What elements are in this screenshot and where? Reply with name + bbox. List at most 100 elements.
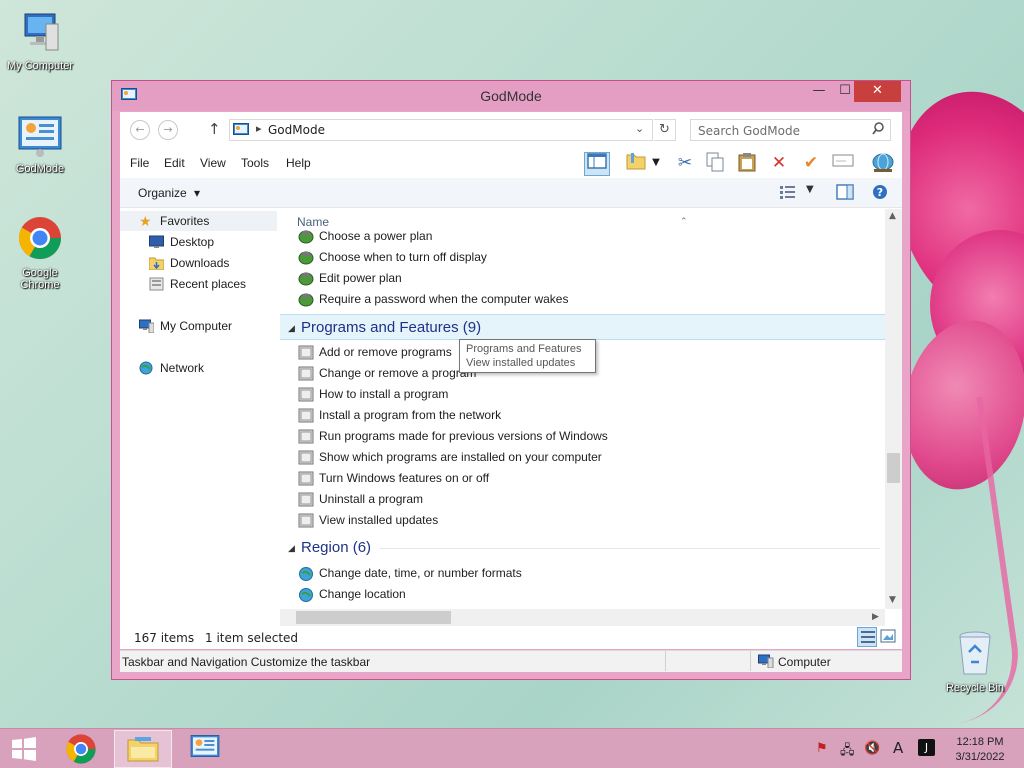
title-bar[interactable]: GodMode — ☐ ✕ xyxy=(112,81,910,111)
status-divider xyxy=(665,651,666,671)
volume-muted-icon[interactable]: 🔇 xyxy=(864,741,880,756)
desktop-icon-label: Recycle Bin xyxy=(945,682,1005,694)
desktop-icon-label: My Computer xyxy=(6,60,74,72)
view-options-dropdown-icon[interactable]: ▼ xyxy=(806,184,814,195)
breadcrumb-chevron-icon[interactable]: ▸ xyxy=(256,122,262,135)
app-tray-icon[interactable]: J xyxy=(918,739,935,756)
preview-pane-toggle[interactable] xyxy=(584,152,610,176)
up-button[interactable]: ↑ xyxy=(208,120,221,138)
programs-icon xyxy=(298,408,314,423)
properties-icon[interactable] xyxy=(830,152,856,176)
star-icon: ★ xyxy=(139,213,152,229)
list-item-label: Choose a power plan xyxy=(319,229,433,243)
search-box[interactable]: Search GodMode xyxy=(690,119,891,141)
refresh-button[interactable]: ↻ xyxy=(654,119,676,141)
taskbar: ⚑ 🖧 🔇 A J 12:18 PM 3/31/2022 xyxy=(0,728,1024,768)
svg-text:?: ? xyxy=(877,186,883,199)
group-title: Programs and Features (9) xyxy=(301,319,482,336)
desktop-icon-godmode[interactable]: GodMode xyxy=(0,115,80,175)
desktop-icon xyxy=(149,235,164,248)
details-view-icon xyxy=(861,631,875,643)
window-client: ← → ↑ ▸ GodMode ⌄ ↻ Search GodMode File … xyxy=(120,112,902,649)
folder-options-button[interactable] xyxy=(624,152,650,176)
vertical-scrollbar[interactable]: ▲ ▼ xyxy=(885,209,902,609)
desktop-icon-google-chrome[interactable]: Google Chrome xyxy=(0,215,80,291)
desktop-icon-recycle-bin[interactable]: Recycle Bin xyxy=(935,630,1015,694)
scroll-down-icon[interactable]: ▼ xyxy=(889,595,896,605)
change-view-button[interactable] xyxy=(780,185,796,202)
power-options-icon xyxy=(298,293,314,307)
group-header-programs-and-features[interactable]: ◢ Programs and Features (9) xyxy=(280,314,885,340)
breadcrumb[interactable]: GodMode xyxy=(268,123,325,137)
desktop-icon-my-computer[interactable]: My Computer xyxy=(0,10,80,72)
sidebar-item-label: Favorites xyxy=(160,214,210,228)
sort-ascending-icon: ⌃ xyxy=(680,217,688,227)
minimize-button[interactable]: — xyxy=(806,81,832,102)
details-bar: 167 items 1 item selected xyxy=(120,626,902,649)
help-button[interactable]: ? xyxy=(872,184,888,203)
details-view-button[interactable] xyxy=(857,627,877,647)
back-button[interactable]: ← xyxy=(130,120,150,140)
scroll-right-icon[interactable]: ▶ xyxy=(872,612,879,622)
list-item-label: Run programs made for previous versions … xyxy=(319,429,608,443)
sidebar-item-label: Recent places xyxy=(170,277,247,291)
computer-icon xyxy=(139,319,154,333)
start-button[interactable] xyxy=(0,730,58,768)
programs-icon xyxy=(298,513,314,528)
programs-icon xyxy=(298,366,314,381)
list-item-label: Change or remove a program xyxy=(319,366,477,380)
list-item-label: Change location xyxy=(319,587,406,601)
region-globe-icon xyxy=(299,567,313,581)
large-icons-view-button[interactable] xyxy=(880,629,896,646)
downloads-folder-icon xyxy=(149,257,164,270)
menu-edit[interactable]: Edit xyxy=(164,156,185,170)
organize-label: Organize xyxy=(138,186,187,200)
organize-button[interactable]: Organize ▾ xyxy=(138,186,200,200)
taskbar-godmode[interactable] xyxy=(176,730,234,768)
folder-options-dropdown-icon[interactable]: ▼ xyxy=(648,152,664,176)
list-item-label: Turn Windows features on or off xyxy=(319,471,490,485)
network-globe-icon[interactable] xyxy=(870,152,896,176)
sidebar-item-label: Network xyxy=(160,361,205,375)
address-dropdown-button[interactable]: ⌄ xyxy=(635,122,644,135)
checkmark-icon[interactable]: ✔ xyxy=(798,152,824,176)
system-clock[interactable]: 12:18 PM 3/31/2022 xyxy=(940,735,1020,765)
menu-file[interactable]: File xyxy=(130,156,149,170)
clipboard-glyph xyxy=(738,153,756,172)
windows-logo-icon xyxy=(12,737,36,761)
taskbar-chrome[interactable] xyxy=(52,730,110,768)
network-status-icon[interactable]: 🖧 xyxy=(840,741,855,763)
sidebar-item-favorites[interactable]: ★ Favorites xyxy=(120,211,277,231)
collapse-group-icon[interactable]: ◢ xyxy=(288,315,295,341)
search-input[interactable]: Search GodMode xyxy=(698,124,800,138)
scroll-up-icon[interactable]: ▲ xyxy=(889,211,896,221)
explorer-window: GodMode — ☐ ✕ ← → ↑ ▸ GodMode ⌄ ↻ Search… xyxy=(111,80,911,680)
paste-icon[interactable] xyxy=(734,152,760,176)
group-divider xyxy=(380,548,880,549)
navigation-pane: ★ Favorites Desktop Downloads Recent pla… xyxy=(120,209,280,619)
search-icon[interactable] xyxy=(872,122,884,136)
close-button[interactable]: ✕ xyxy=(854,81,901,102)
cut-icon[interactable]: ✂ xyxy=(672,152,698,176)
horizontal-scrollbar[interactable]: ▶ xyxy=(280,609,885,626)
vertical-scroll-thumb[interactable] xyxy=(887,453,900,483)
forward-button[interactable]: → xyxy=(158,120,178,140)
menu-tools[interactable]: Tools xyxy=(241,156,269,170)
thumbnail-view-icon xyxy=(880,629,896,643)
menu-view[interactable]: View xyxy=(200,156,226,170)
power-options-icon xyxy=(298,251,314,265)
show-preview-pane-button[interactable] xyxy=(836,184,854,203)
action-center-flag-icon[interactable]: ⚑ xyxy=(816,741,828,756)
address-bar[interactable]: ▸ GodMode ⌄ xyxy=(229,119,653,141)
taskbar-file-explorer[interactable] xyxy=(114,730,172,768)
horizontal-scroll-thumb[interactable] xyxy=(296,611,451,624)
input-method-indicator[interactable]: A xyxy=(893,739,903,757)
copy-glyph xyxy=(706,152,724,172)
computer-icon xyxy=(24,13,59,51)
status-text: Taskbar and Navigation Customize the tas… xyxy=(122,655,371,669)
menu-help[interactable]: Help xyxy=(286,156,311,170)
collapse-group-icon[interactable]: ◢ xyxy=(288,535,295,561)
programs-icon xyxy=(298,345,314,360)
delete-icon[interactable]: ✕ xyxy=(766,152,792,176)
copy-icon[interactable] xyxy=(702,152,728,176)
